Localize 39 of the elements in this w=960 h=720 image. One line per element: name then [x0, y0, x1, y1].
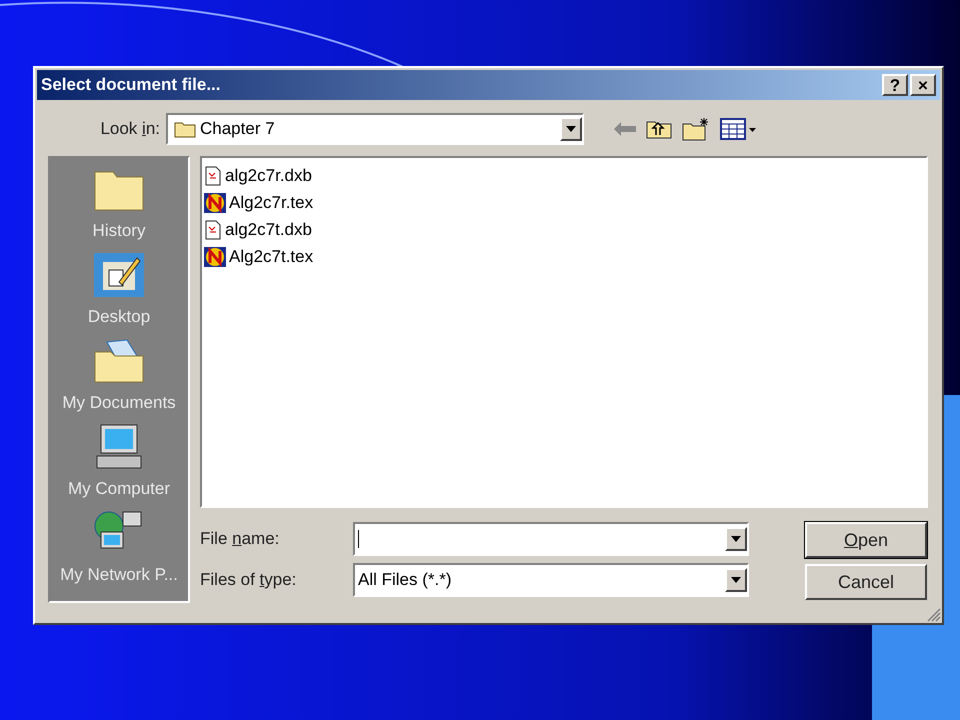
look-in-dropdown[interactable]: Chapter 7 [166, 113, 584, 145]
desktop-pencil-icon [93, 252, 145, 298]
file-type-label: Files of type: [200, 569, 298, 592]
folder-icon [174, 120, 196, 138]
document-icon [204, 220, 222, 240]
up-folder-icon[interactable] [646, 119, 672, 139]
close-button[interactable]: × [910, 74, 936, 96]
file-name: Alg2c7r.tex [229, 192, 314, 214]
file-item[interactable]: Alg2c7t.tex [204, 243, 926, 270]
file-type-dropdown[interactable]: All Files (*.*) [353, 563, 749, 597]
file-item[interactable]: alg2c7t.dxb [204, 216, 926, 243]
file-item[interactable]: Alg2c7r.tex [204, 189, 926, 216]
caret-icon [731, 577, 741, 583]
caret-icon [731, 536, 741, 542]
new-folder-icon[interactable] [682, 117, 710, 141]
dropdown-button[interactable] [560, 117, 582, 141]
look-in-label: Look in: [99, 118, 161, 140]
text-cursor [358, 530, 359, 548]
resize-grip-icon[interactable] [927, 608, 941, 622]
view-menu-icon[interactable] [720, 118, 758, 140]
open-button[interactable]: Open [805, 522, 927, 558]
file-name-field[interactable] [353, 522, 749, 556]
file-name-label: File name: [200, 528, 280, 550]
dropdown-button[interactable] [725, 527, 747, 551]
folder-name: Chapter 7 [200, 118, 276, 140]
documents-folder-icon [93, 338, 145, 384]
n-logo-icon [204, 192, 226, 212]
file-name: alg2c7r.dxb [225, 164, 312, 187]
help-button[interactable]: ? [882, 74, 908, 96]
file-name: alg2c7t.dxb [225, 218, 312, 241]
caret-icon [566, 126, 576, 132]
window-title: Select document file... [41, 74, 220, 96]
file-item[interactable]: alg2c7r.dxb [204, 162, 926, 189]
file-name: Alg2c7t.tex [229, 246, 314, 268]
document-icon [204, 166, 222, 186]
file-type-value: All Files (*.*) [357, 569, 453, 592]
n-logo-icon [204, 246, 226, 266]
cancel-button[interactable]: Cancel [805, 564, 927, 600]
dropdown-button[interactable] [725, 568, 747, 592]
